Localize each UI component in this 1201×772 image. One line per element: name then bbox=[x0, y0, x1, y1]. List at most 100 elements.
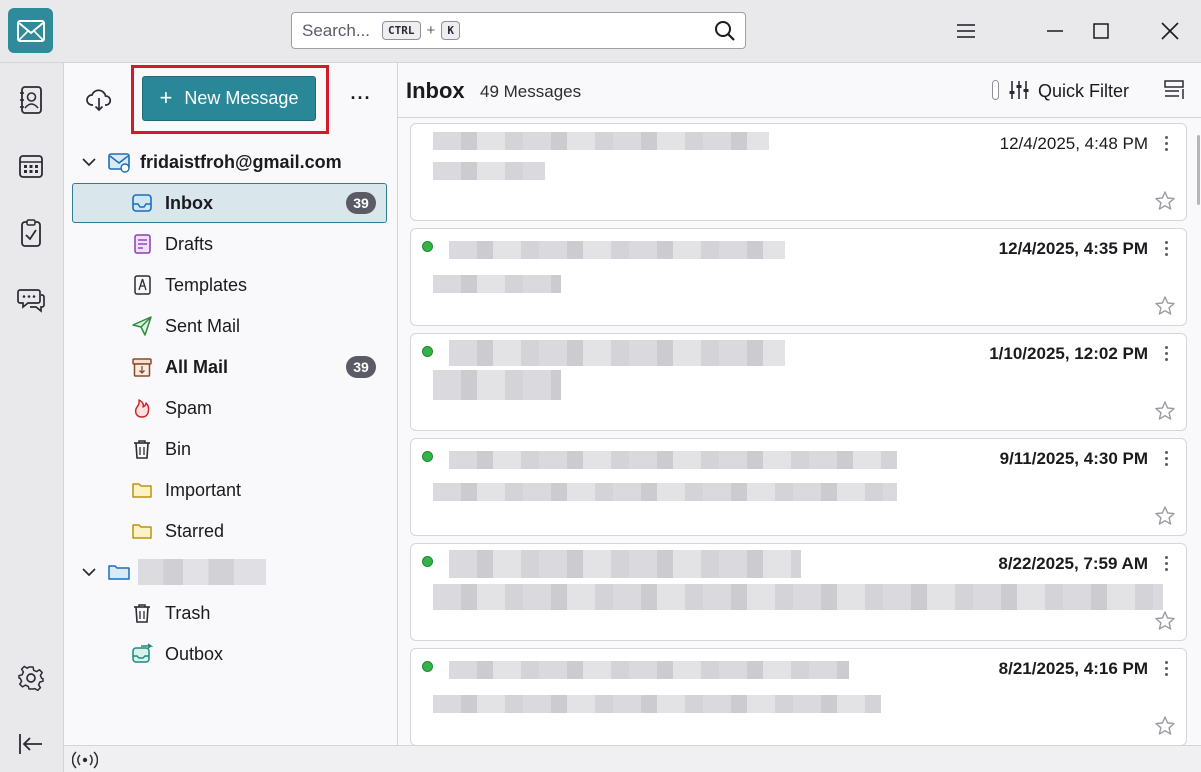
chat-icon[interactable] bbox=[14, 283, 48, 317]
message-date: 1/10/2025, 12:02 PM bbox=[989, 344, 1148, 363]
message-menu-icon[interactable] bbox=[1158, 447, 1174, 469]
minimize-icon[interactable] bbox=[1038, 14, 1072, 48]
new-message-button[interactable]: + New Message bbox=[142, 76, 316, 121]
message-date: 12/4/2025, 4:48 PM bbox=[999, 134, 1148, 153]
unread-dot bbox=[422, 241, 433, 252]
message-count: 49 Messages bbox=[480, 82, 582, 101]
folder-templates[interactable]: Templates bbox=[72, 265, 387, 305]
templates-icon bbox=[134, 275, 151, 295]
collapse-toolbar-icon[interactable] bbox=[14, 727, 48, 761]
account-row[interactable]: fridaistfroh@gmail.com bbox=[64, 144, 394, 180]
redacted-subject bbox=[433, 275, 561, 293]
quick-filter-toggle[interactable] bbox=[992, 80, 999, 100]
close-icon[interactable] bbox=[1153, 14, 1187, 48]
get-messages-cloud-icon[interactable] bbox=[84, 85, 114, 115]
folder-important[interactable]: Important bbox=[72, 470, 387, 510]
search-icon[interactable] bbox=[713, 19, 737, 43]
message-menu-icon[interactable] bbox=[1158, 132, 1174, 154]
message-date: 9/11/2025, 4:30 PM bbox=[999, 449, 1148, 468]
k-key-hint: K bbox=[441, 21, 460, 40]
star-icon[interactable] bbox=[1154, 505, 1176, 527]
redacted-sender bbox=[449, 241, 785, 259]
star-icon[interactable] bbox=[1154, 715, 1176, 737]
drafts-icon bbox=[134, 234, 151, 254]
sent-icon bbox=[132, 316, 152, 336]
folder-label: All Mail bbox=[165, 356, 229, 377]
redacted-subject bbox=[433, 162, 545, 180]
star-icon[interactable] bbox=[1154, 400, 1176, 422]
folder-spam[interactable]: Spam bbox=[72, 388, 387, 428]
search-placeholder: Search... bbox=[302, 20, 371, 40]
message-menu-icon[interactable] bbox=[1158, 237, 1174, 259]
message-card[interactable]: 12/4/2025, 4:48 PM bbox=[410, 123, 1187, 221]
message-menu-icon[interactable] bbox=[1158, 552, 1174, 574]
inbox-icon bbox=[132, 194, 152, 212]
local-folder-icon bbox=[108, 565, 130, 580]
filter-sliders-icon[interactable] bbox=[1009, 79, 1029, 101]
star-icon[interactable] bbox=[1154, 190, 1176, 212]
message-menu-icon[interactable] bbox=[1158, 342, 1174, 364]
star-icon[interactable] bbox=[1154, 610, 1176, 632]
message-date: 8/21/2025, 4:16 PM bbox=[998, 659, 1148, 678]
folder-all-mail[interactable]: All Mail 39 bbox=[72, 347, 387, 387]
more-options-icon[interactable]: ··· bbox=[346, 83, 376, 113]
folder-starred[interactable]: Starred bbox=[72, 511, 387, 551]
message-date: 8/22/2025, 7:59 AM bbox=[998, 554, 1148, 573]
mail-space-icon[interactable] bbox=[8, 8, 53, 53]
folder-label: Important bbox=[165, 479, 242, 500]
message-card[interactable]: 8/22/2025, 7:59 AM bbox=[410, 543, 1187, 641]
folder-icon bbox=[132, 524, 152, 539]
thread-header: Inbox 49 Messages Quick Filter bbox=[398, 63, 1201, 118]
chevron-down-icon[interactable] bbox=[81, 154, 97, 170]
folder-outbox[interactable]: Outbox bbox=[72, 634, 387, 674]
local-folders-row[interactable] bbox=[64, 554, 394, 590]
account-email: fridaistfroh@gmail.com bbox=[140, 151, 342, 172]
folder-drafts[interactable]: Drafts bbox=[72, 224, 387, 264]
spam-icon bbox=[134, 399, 150, 418]
folder-label: Trash bbox=[165, 602, 211, 623]
settings-gear-icon[interactable] bbox=[14, 661, 48, 695]
folder-trash[interactable]: Trash bbox=[72, 593, 387, 633]
folder-label: Inbox bbox=[165, 192, 213, 213]
message-card[interactable]: 1/10/2025, 12:02 PM bbox=[410, 333, 1187, 431]
tasks-icon[interactable] bbox=[14, 216, 48, 250]
message-menu-icon[interactable] bbox=[1158, 657, 1174, 679]
calendar-icon[interactable] bbox=[14, 149, 48, 183]
folder-inbox[interactable]: Inbox 39 bbox=[72, 183, 387, 223]
plus-icon: + bbox=[159, 84, 173, 110]
folder-icon bbox=[132, 483, 152, 498]
message-date: 12/4/2025, 4:35 PM bbox=[998, 239, 1148, 258]
folder-label: Sent Mail bbox=[165, 315, 241, 336]
redacted-subject bbox=[433, 695, 881, 713]
search-input[interactable]: Search... CTRL + K bbox=[291, 12, 746, 49]
title-bar: Search... CTRL + K bbox=[0, 0, 1201, 63]
redacted-subject bbox=[433, 370, 561, 400]
message-card[interactable]: 9/11/2025, 4:30 PM bbox=[410, 438, 1187, 536]
address-book-icon[interactable] bbox=[14, 83, 48, 117]
redacted-sender bbox=[449, 550, 801, 578]
maximize-icon[interactable] bbox=[1084, 14, 1118, 48]
online-status-icon[interactable] bbox=[72, 750, 98, 770]
outbox-icon bbox=[132, 643, 153, 663]
ctrl-key-hint: CTRL bbox=[382, 21, 421, 40]
quick-filter-button[interactable]: Quick Filter bbox=[1038, 81, 1129, 102]
folder-label: Outbox bbox=[165, 643, 224, 664]
display-options-icon[interactable] bbox=[1163, 79, 1185, 101]
folder-label: Starred bbox=[165, 520, 225, 541]
redacted-sender bbox=[449, 451, 897, 469]
thread-scrollbar[interactable] bbox=[1197, 135, 1200, 205]
folder-bin[interactable]: Bin bbox=[72, 429, 387, 469]
folder-sent-mail[interactable]: Sent Mail bbox=[72, 306, 387, 346]
shortcut-plus: + bbox=[426, 22, 436, 39]
folder-label: Spam bbox=[165, 397, 213, 418]
unread-count-badge: 39 bbox=[346, 192, 376, 214]
folder-pane: + New Message ··· fridaistfroh@gmail.com… bbox=[64, 63, 398, 745]
redacted-sender bbox=[449, 661, 849, 679]
menu-hamburger-icon[interactable] bbox=[949, 14, 983, 48]
message-card[interactable]: 8/21/2025, 4:16 PM bbox=[410, 648, 1187, 745]
star-icon[interactable] bbox=[1154, 295, 1176, 317]
chevron-down-icon[interactable] bbox=[81, 564, 97, 580]
message-card[interactable]: 12/4/2025, 4:35 PM bbox=[410, 228, 1187, 326]
folder-label: Templates bbox=[165, 274, 248, 295]
folder-label: Bin bbox=[165, 438, 192, 459]
